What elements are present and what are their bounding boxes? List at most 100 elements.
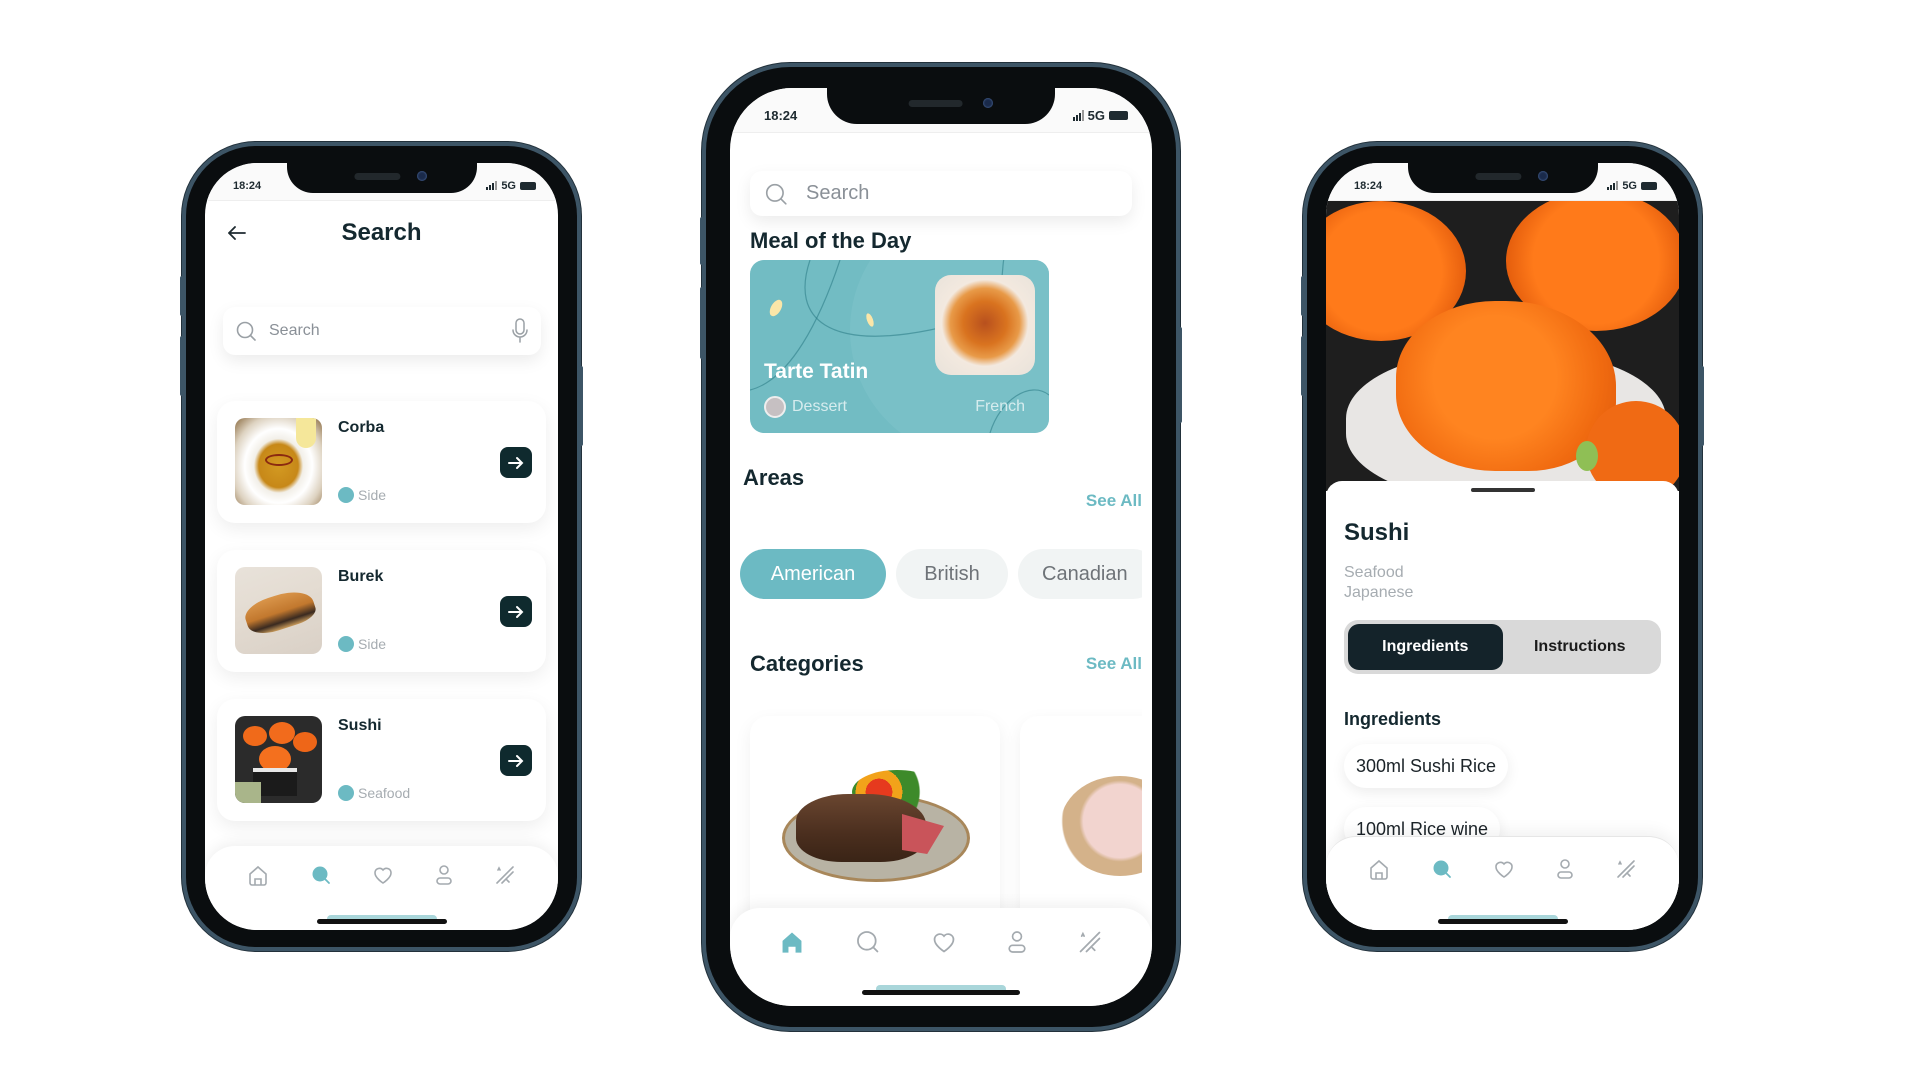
meal-category: Seafood bbox=[1344, 564, 1404, 581]
nav-magic[interactable] bbox=[1615, 858, 1637, 880]
screen: 18:24 5G Search Search Corba Side Burek … bbox=[205, 163, 558, 930]
category-image bbox=[1060, 776, 1142, 876]
category-dot bbox=[764, 396, 786, 418]
ingredients-heading: Ingredients bbox=[1344, 709, 1442, 729]
area-chip[interactable]: British bbox=[896, 549, 1008, 599]
area-chip[interactable]: American bbox=[740, 549, 886, 599]
notch bbox=[286, 163, 477, 193]
search-icon bbox=[765, 183, 787, 205]
battery-icon bbox=[1641, 181, 1657, 190]
category-dot bbox=[338, 487, 354, 503]
category-dot bbox=[338, 785, 354, 801]
category-card[interactable] bbox=[750, 716, 1000, 928]
profile-icon bbox=[436, 865, 452, 885]
nav-magic[interactable] bbox=[1077, 929, 1103, 955]
detail-tabs: Ingredients Instructions bbox=[1344, 620, 1661, 674]
magic-wand-icon bbox=[1079, 931, 1101, 953]
phone-search-screen: 18:24 5G Search Search Corba Side Burek … bbox=[180, 146, 583, 947]
list-item[interactable]: Burek Side bbox=[217, 550, 546, 672]
meal-of-day-area: French bbox=[975, 398, 1025, 415]
meal-category: Seafood bbox=[338, 785, 410, 801]
nav-profile[interactable] bbox=[1007, 929, 1027, 955]
network-label: 5G bbox=[1087, 107, 1105, 123]
meal-name: Corba bbox=[338, 419, 385, 436]
search-placeholder: Search bbox=[806, 182, 870, 204]
network-label: 5G bbox=[1622, 179, 1637, 192]
tab-instructions[interactable]: Instructions bbox=[1503, 624, 1658, 670]
nav-magic[interactable] bbox=[494, 864, 516, 886]
nav-home[interactable] bbox=[779, 929, 805, 955]
meal-name: Sushi bbox=[338, 717, 382, 734]
arrow-right-icon bbox=[508, 456, 524, 469]
page-title: Search bbox=[341, 219, 422, 246]
magic-wand-icon bbox=[495, 866, 514, 884]
nav-home[interactable] bbox=[247, 864, 269, 886]
categories-row bbox=[730, 708, 1142, 928]
nav-profile[interactable] bbox=[435, 864, 453, 886]
nav-search[interactable] bbox=[855, 929, 881, 955]
magic-wand-icon bbox=[1616, 859, 1635, 878]
heart-icon bbox=[933, 933, 955, 953]
areas-chip-row: American British Canadian bbox=[740, 549, 1142, 601]
open-meal-button[interactable] bbox=[500, 596, 532, 627]
notch bbox=[827, 88, 1055, 124]
meal-name: Burek bbox=[338, 568, 384, 585]
screen: 18:24 5G Sushi Seafood Japanese Ingredie… bbox=[1326, 163, 1679, 930]
meal-of-day-image bbox=[935, 275, 1035, 375]
status-time: 18:24 bbox=[764, 107, 798, 123]
search-icon bbox=[1433, 860, 1451, 878]
home-indicator bbox=[316, 919, 447, 924]
meal-thumbnail bbox=[235, 418, 322, 505]
area-chip[interactable]: Canadian bbox=[1018, 549, 1142, 599]
battery-icon bbox=[1109, 110, 1128, 120]
meal-hero-image bbox=[1326, 201, 1679, 491]
areas-see-all-link[interactable]: See All bbox=[1086, 491, 1142, 511]
nav-search[interactable] bbox=[310, 864, 332, 886]
home-indicator bbox=[1437, 919, 1568, 924]
home-icon bbox=[1370, 859, 1389, 880]
side-button bbox=[180, 336, 184, 396]
home-icon bbox=[782, 932, 802, 953]
open-meal-button[interactable] bbox=[500, 745, 532, 776]
category-dot bbox=[338, 636, 354, 652]
home-indicator bbox=[862, 990, 1020, 995]
meal-of-day-category: Dessert bbox=[764, 396, 847, 418]
status-time: 18:24 bbox=[233, 179, 262, 192]
notch bbox=[1407, 163, 1598, 193]
side-button bbox=[700, 287, 704, 359]
microphone-icon[interactable] bbox=[511, 318, 529, 344]
signal-icon bbox=[486, 181, 498, 190]
open-meal-button[interactable] bbox=[500, 447, 532, 478]
categories-see-all-link[interactable]: See All bbox=[1086, 654, 1142, 674]
nav-favorites[interactable] bbox=[1493, 859, 1515, 879]
meal-of-day-card[interactable]: Tarte Tatin Dessert French bbox=[750, 260, 1049, 433]
side-button bbox=[1178, 327, 1182, 423]
screen: 18:24 5G Search Meal of the Day Tarte Ta… bbox=[730, 88, 1152, 1006]
search-input[interactable]: Search bbox=[223, 307, 541, 355]
nav-profile[interactable] bbox=[1556, 858, 1574, 880]
heart-icon bbox=[1495, 861, 1514, 878]
search-icon bbox=[857, 931, 879, 953]
nav-favorites[interactable] bbox=[372, 865, 394, 885]
meal-category: Side bbox=[338, 487, 386, 503]
home-icon bbox=[249, 865, 268, 886]
side-button bbox=[1301, 276, 1305, 316]
meal-category: Side bbox=[338, 636, 386, 652]
search-icon bbox=[236, 321, 256, 341]
tab-ingredients[interactable]: Ingredients bbox=[1348, 624, 1503, 670]
nav-home[interactable] bbox=[1368, 858, 1390, 880]
ingredient-item: 300ml Sushi Rice bbox=[1344, 744, 1509, 788]
nav-favorites[interactable] bbox=[931, 930, 957, 954]
signal-icon bbox=[1607, 181, 1619, 190]
nav-search[interactable] bbox=[1431, 858, 1453, 880]
meal-thumbnail bbox=[235, 716, 322, 803]
search-icon bbox=[312, 866, 330, 884]
list-item[interactable]: Corba Side bbox=[217, 401, 546, 523]
sheet-handle[interactable] bbox=[1470, 488, 1535, 492]
category-card[interactable] bbox=[1020, 716, 1142, 928]
list-item[interactable]: Sushi Seafood bbox=[217, 699, 546, 821]
search-input[interactable]: Search bbox=[750, 171, 1132, 216]
network-label: 5G bbox=[501, 179, 516, 192]
arrow-right-icon bbox=[508, 754, 524, 767]
heart-icon bbox=[374, 867, 393, 884]
